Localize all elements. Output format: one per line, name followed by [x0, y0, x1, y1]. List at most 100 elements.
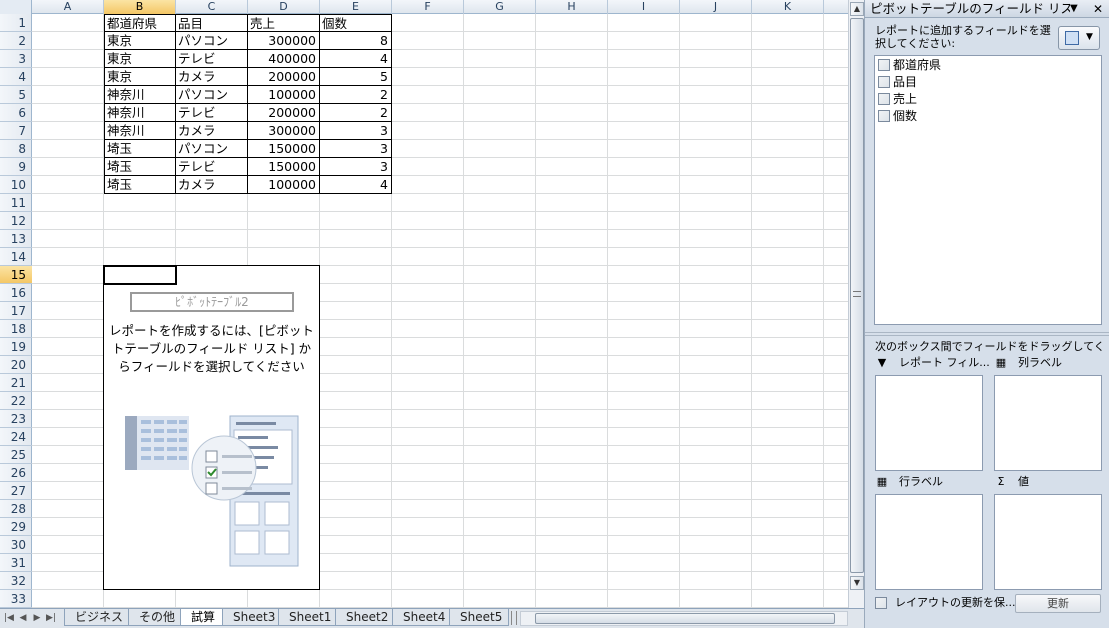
table-cell[interactable]: 3	[320, 140, 392, 158]
column-header-i[interactable]: I	[608, 0, 680, 14]
sheet-tab-active[interactable]: 試算	[180, 609, 226, 626]
scroll-up-button[interactable]: ▲	[850, 2, 864, 16]
row-labels-zone[interactable]	[875, 494, 983, 590]
values-zone[interactable]	[994, 494, 1102, 590]
table-cell[interactable]: パソコン	[176, 86, 248, 104]
next-sheet-icon[interactable]: ▶	[30, 611, 44, 625]
table-cell[interactable]: 3	[320, 122, 392, 140]
row-header-20[interactable]: 20	[0, 356, 32, 374]
row-header-8[interactable]: 8	[0, 140, 32, 158]
layout-options-button[interactable]: ▼	[1058, 26, 1100, 50]
row-header-17[interactable]: 17	[0, 302, 32, 320]
column-header-k[interactable]: K	[752, 0, 824, 14]
row-header-23[interactable]: 23	[0, 410, 32, 428]
row-header-4[interactable]: 4	[0, 68, 32, 86]
row-header-16[interactable]: 16	[0, 284, 32, 302]
row-header-30[interactable]: 30	[0, 536, 32, 554]
sheet-tab[interactable]: Sheet2	[335, 609, 395, 626]
vertical-scrollbar[interactable]: ▲ ▼	[848, 0, 864, 608]
row-header-21[interactable]: 21	[0, 374, 32, 392]
sheet-tab[interactable]: Sheet3	[222, 609, 282, 626]
column-header-d[interactable]: D	[248, 0, 320, 14]
field-item[interactable]: 品目	[878, 74, 917, 91]
sheet-tab[interactable]: Sheet5	[449, 609, 509, 626]
row-header-1[interactable]: 1	[0, 14, 32, 32]
column-header-c[interactable]: C	[176, 0, 248, 14]
table-cell[interactable]: 神奈川	[104, 86, 176, 104]
table-cell[interactable]: 4	[320, 176, 392, 194]
select-all-corner[interactable]	[0, 0, 32, 14]
horizontal-scroll-thumb[interactable]	[535, 613, 835, 624]
column-labels-zone[interactable]	[994, 375, 1102, 471]
row-header-28[interactable]: 28	[0, 500, 32, 518]
row-header-27[interactable]: 27	[0, 482, 32, 500]
row-header-6[interactable]: 6	[0, 104, 32, 122]
row-header-26[interactable]: 26	[0, 464, 32, 482]
table-cell[interactable]: 埼玉	[104, 140, 176, 158]
table-cell[interactable]: 東京	[104, 32, 176, 50]
row-header-32[interactable]: 32	[0, 572, 32, 590]
table-cell[interactable]: 200000	[248, 104, 320, 122]
close-icon[interactable]: ✕	[1093, 1, 1103, 17]
field-list-box[interactable]: 都道府県 品目 売上 個数	[874, 55, 1102, 325]
row-header-12[interactable]: 12	[0, 212, 32, 230]
table-cell[interactable]: カメラ	[176, 122, 248, 140]
table-cell[interactable]: テレビ	[176, 50, 248, 68]
table-cell[interactable]: 150000	[248, 158, 320, 176]
active-cell-b15[interactable]	[103, 265, 177, 285]
table-cell[interactable]: パソコン	[176, 140, 248, 158]
table-cell[interactable]: テレビ	[176, 104, 248, 122]
update-button[interactable]: 更新	[1015, 594, 1101, 613]
table-cell[interactable]: 4	[320, 50, 392, 68]
column-header-a[interactable]: A	[32, 0, 104, 14]
table-cell[interactable]: 300000	[248, 122, 320, 140]
table-cell[interactable]: 神奈川	[104, 104, 176, 122]
row-header-5[interactable]: 5	[0, 86, 32, 104]
field-checkbox[interactable]	[878, 93, 890, 105]
table-cell[interactable]: 埼玉	[104, 158, 176, 176]
pane-options-dropdown-icon[interactable]: ▼	[1070, 2, 1078, 16]
table-cell[interactable]: 8	[320, 32, 392, 50]
table-cell[interactable]: 150000	[248, 140, 320, 158]
table-cell[interactable]: カメラ	[176, 68, 248, 86]
column-header-j[interactable]: J	[680, 0, 752, 14]
column-header-f[interactable]: F	[392, 0, 464, 14]
defer-layout-update-checkbox[interactable]	[875, 597, 887, 609]
table-cell[interactable]: 2	[320, 86, 392, 104]
field-item[interactable]: 売上	[878, 91, 917, 108]
field-item[interactable]: 都道府県	[878, 57, 941, 74]
sheet-tab[interactable]: その他	[128, 609, 184, 626]
row-header-33[interactable]: 33	[0, 590, 32, 608]
table-header-cell[interactable]: 品目	[176, 14, 248, 32]
table-cell[interactable]: 東京	[104, 50, 176, 68]
table-cell[interactable]: 5	[320, 68, 392, 86]
row-header-31[interactable]: 31	[0, 554, 32, 572]
cell-grid[interactable]: 4 100000 カメラ 埼玉 3 150000 テレビ 埼玉 3 150000 パソコン 埼玉 3 30…	[32, 14, 848, 608]
table-header-cell[interactable]: 売上	[248, 14, 320, 32]
pivot-table-placeholder[interactable]: ﾋﾟﾎﾞｯﾄﾃｰﾌﾞﾙ2 レポートを作成するには、[ピボット トテーブルのフィー…	[103, 265, 320, 590]
row-header-14[interactable]: 14	[0, 248, 32, 266]
table-cell[interactable]: 200000	[248, 68, 320, 86]
last-sheet-icon[interactable]: ▶|	[44, 611, 58, 625]
field-checkbox[interactable]	[878, 76, 890, 88]
table-cell[interactable]: パソコン	[176, 32, 248, 50]
first-sheet-icon[interactable]: |◀	[2, 611, 16, 625]
column-header-b[interactable]: B	[104, 0, 176, 14]
row-header-29[interactable]: 29	[0, 518, 32, 536]
row-header-24[interactable]: 24	[0, 428, 32, 446]
horizontal-scrollbar[interactable]	[520, 611, 848, 626]
prev-sheet-icon[interactable]: ◀	[16, 611, 30, 625]
column-header-g[interactable]: G	[464, 0, 536, 14]
row-header-2[interactable]: 2	[0, 32, 32, 50]
pane-splitter[interactable]	[865, 332, 1109, 336]
table-cell[interactable]: 3	[320, 158, 392, 176]
table-cell[interactable]: 2	[320, 104, 392, 122]
table-cell[interactable]: 100000	[248, 176, 320, 194]
sheet-tab[interactable]: ビジネス	[64, 609, 132, 626]
field-item[interactable]: 個数	[878, 108, 917, 125]
table-cell[interactable]: カメラ	[176, 176, 248, 194]
row-header-3[interactable]: 3	[0, 50, 32, 68]
table-cell[interactable]: 400000	[248, 50, 320, 68]
table-cell[interactable]: 埼玉	[104, 176, 176, 194]
table-cell[interactable]: 神奈川	[104, 122, 176, 140]
